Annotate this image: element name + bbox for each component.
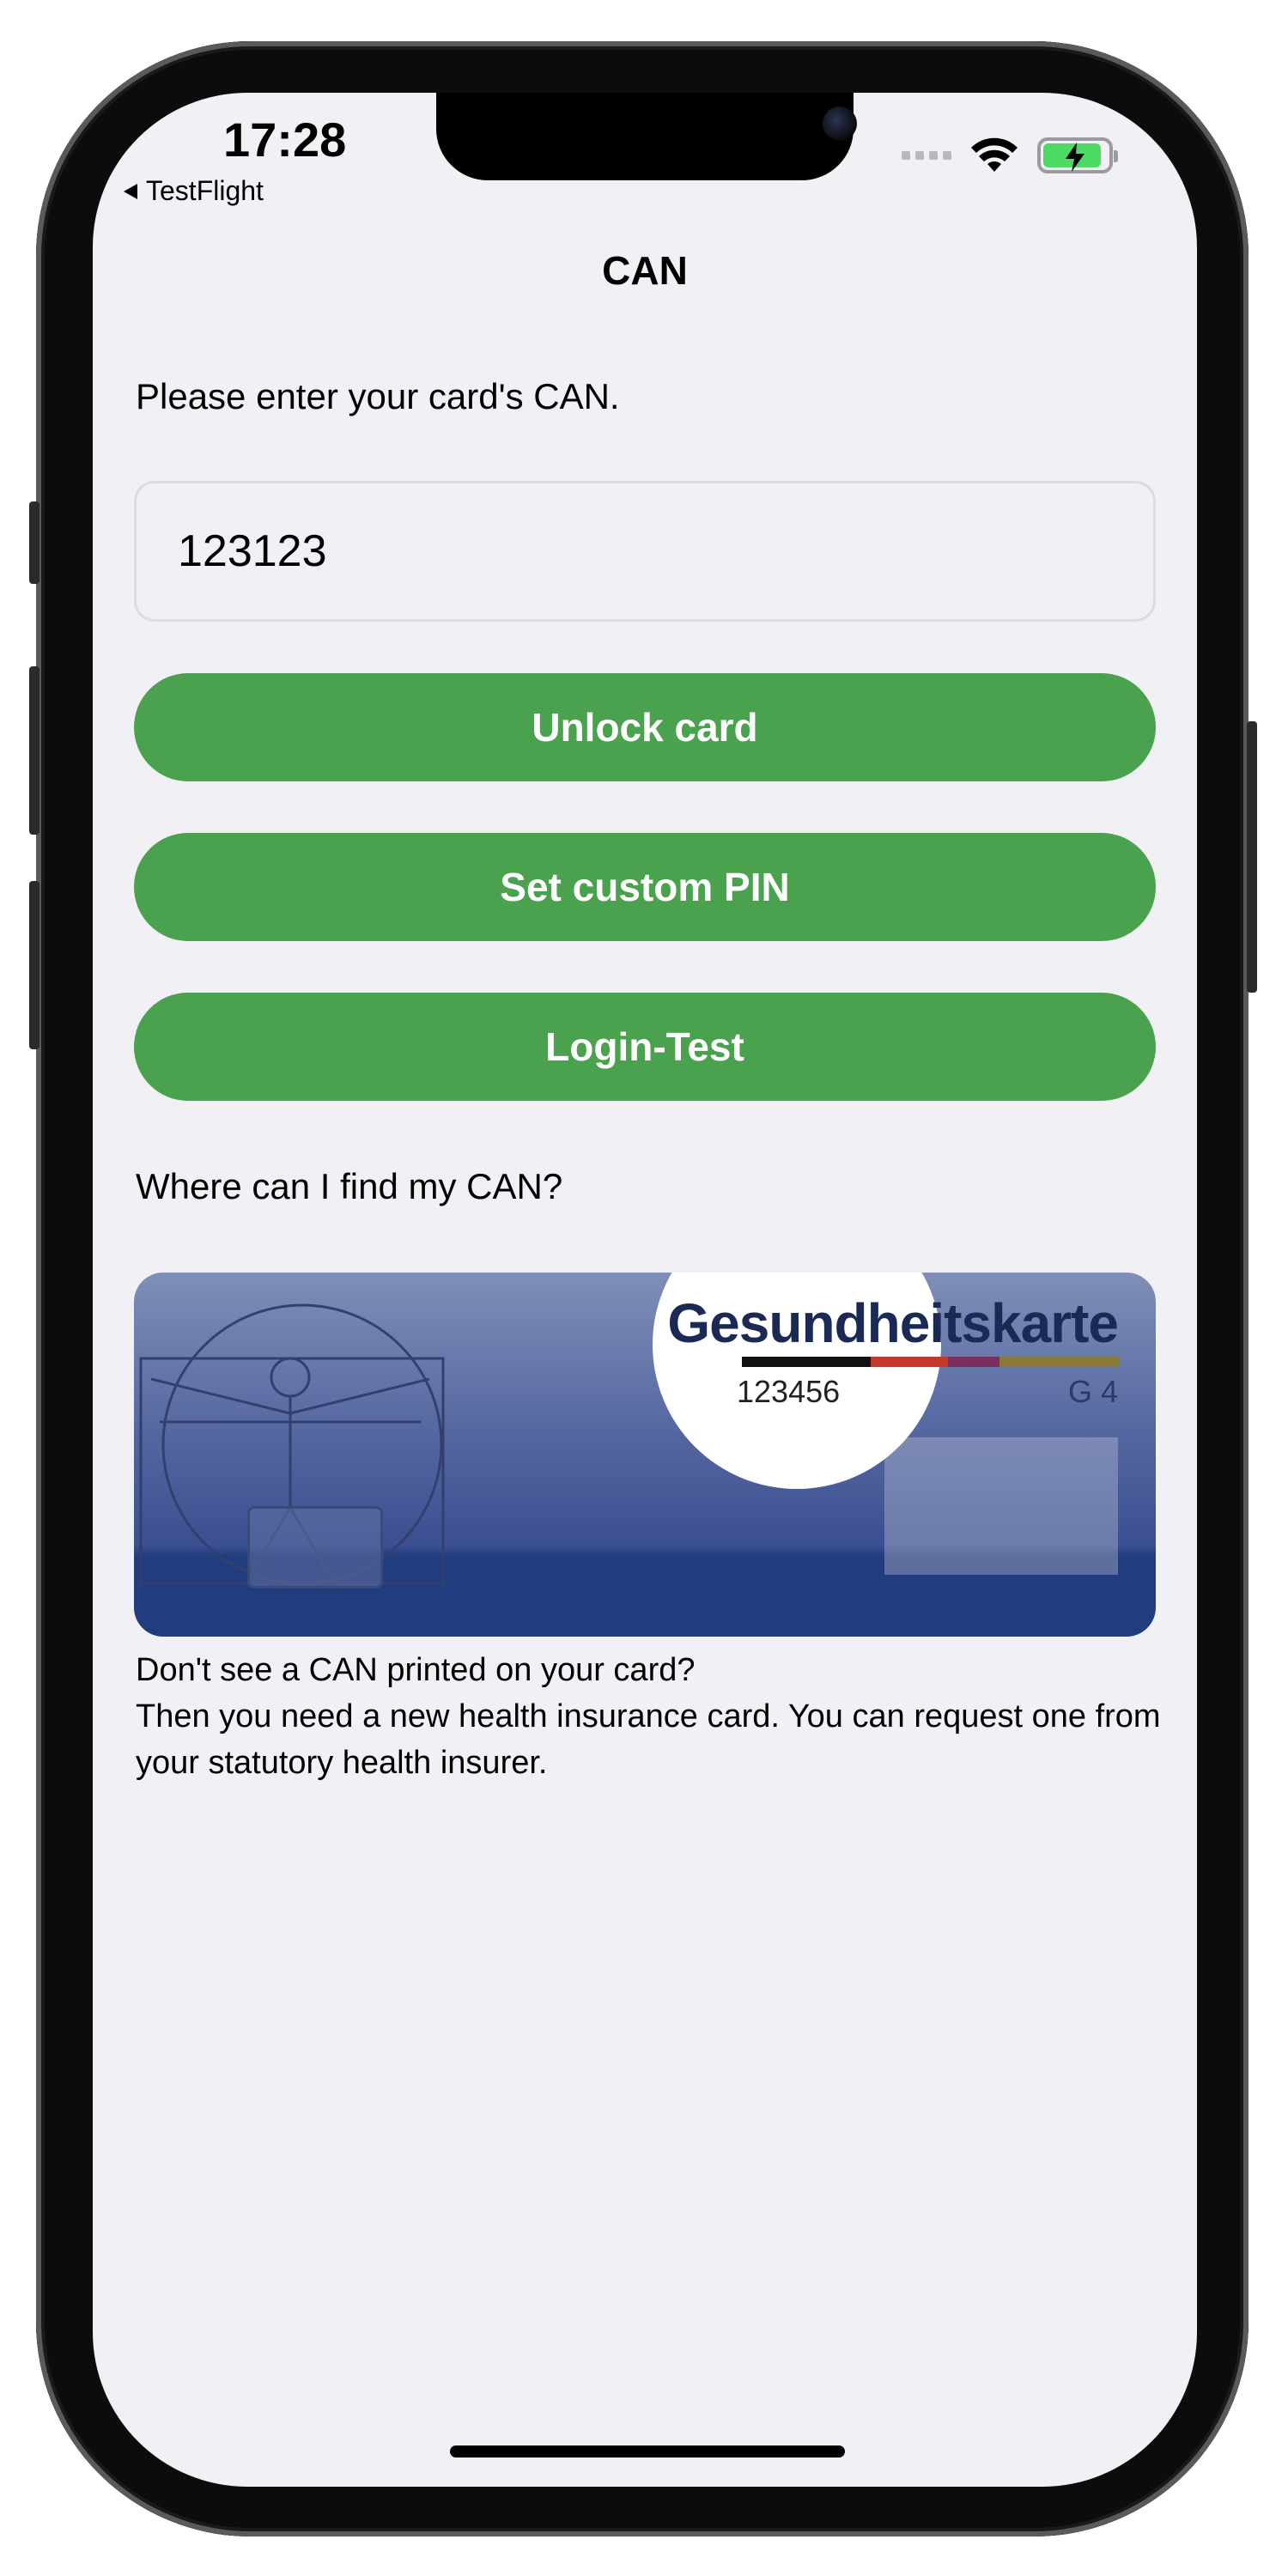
card-chip [247,1506,383,1589]
can-prompt-label: Please enter your card's CAN. [136,376,620,416]
power-button [1247,721,1257,993]
card-can-number: 123456 [737,1374,841,1409]
status-time: 17:28 [223,112,347,167]
page-title: CAN [602,248,688,293]
info-line-1: Don't see a CAN printed on your card? [136,1652,696,1688]
card-color-stripes [742,1357,1120,1367]
card-title: Gesundheitskarte [667,1292,1119,1354]
home-indicator[interactable] [450,2445,845,2458]
volume-down-button [29,881,39,1049]
set-custom-pin-button[interactable]: Set custom PIN [134,833,1156,941]
app-screen: 17:28 TestFlight CAN Please enter your c… [93,93,1197,2487]
health-card-illustration: Gesundheitskarte 123456 G 4 [134,1273,1156,1637]
back-to-testflight-link[interactable]: TestFlight [124,175,264,207]
back-arrow-icon [124,183,137,199]
wifi-icon [971,137,1018,172]
info-line-2: Then you need a new health insurance car… [136,1698,1161,1781]
cellular-signal-icon [902,151,951,160]
card-photo-placeholder [884,1437,1118,1575]
notch [436,93,857,180]
status-indicators [902,137,1118,173]
card-generation: G 4 [1067,1374,1118,1409]
silent-switch [29,501,39,584]
back-link-label: TestFlight [146,175,264,206]
can-input[interactable] [134,481,1156,622]
battery-charging-icon [1037,137,1118,173]
charging-bolt-icon [1066,143,1084,172]
front-camera [823,106,857,141]
login-test-button[interactable]: Login-Test [134,993,1156,1101]
where-find-can-heading: Where can I find my CAN? [136,1166,563,1206]
volume-up-button [29,666,39,835]
no-can-info-text: Don't see a CAN printed on your card? Th… [136,1647,1166,1786]
unlock-card-button[interactable]: Unlock card [134,673,1156,781]
